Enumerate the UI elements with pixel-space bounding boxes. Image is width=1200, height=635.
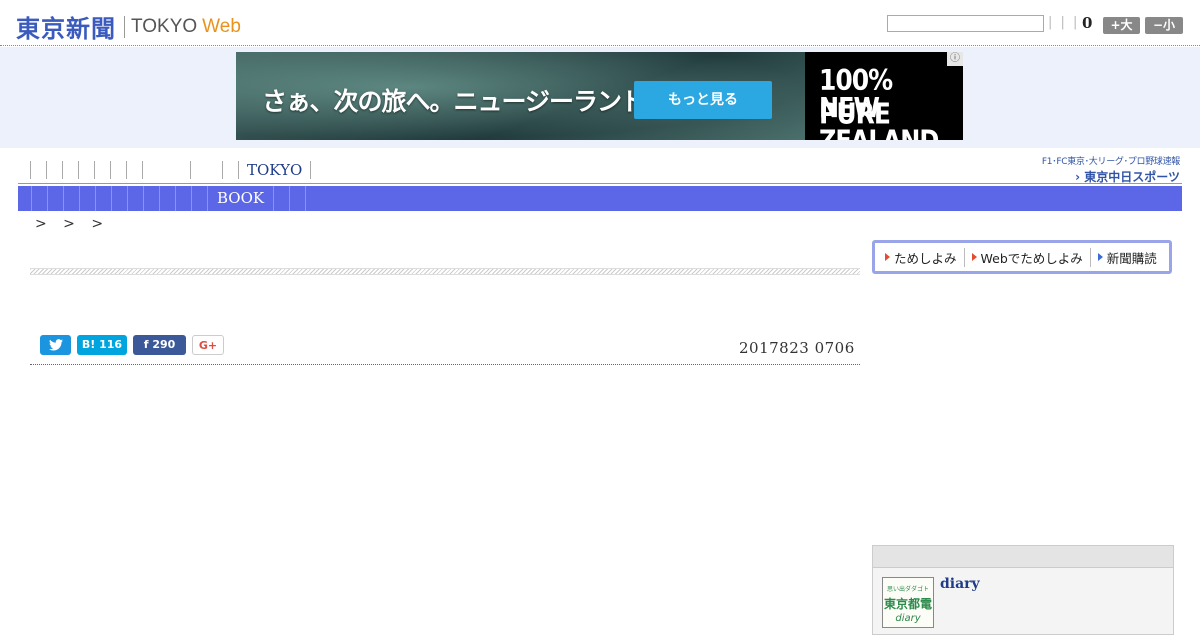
main-nav-item[interactable] — [274, 186, 291, 211]
logo-tokyo: TOKYO — [131, 15, 198, 37]
main-nav-item[interactable] — [112, 186, 128, 211]
site-logo[interactable]: 東京新聞 TOKYO Web — [16, 9, 241, 44]
diary-thumb-line2: 東京都電 — [883, 597, 932, 611]
top-nav-item[interactable] — [78, 161, 94, 179]
triangle-icon — [1097, 253, 1103, 261]
triangle-icon — [885, 253, 890, 261]
ad-cta-button[interactable]: もっと見る — [634, 81, 772, 119]
ad-brand-panel: 100% PURE NEW ZEALAND — [805, 52, 963, 140]
main-nav-item[interactable] — [160, 186, 176, 211]
article-date: 2017823 0706 — [739, 339, 855, 357]
site-header: 東京新聞 TOKYO Web | | | 0 +大 −小 — [0, 0, 1200, 46]
top-nav-item[interactable] — [30, 161, 46, 179]
main-nav-item[interactable] — [192, 186, 208, 211]
top-nav-item[interactable] — [126, 161, 142, 179]
top-nav-tokyo[interactable]: TOKYO — [238, 161, 312, 179]
font-size-larger-button[interactable]: +大 — [1103, 17, 1140, 34]
diary-thumb-line1: 思い出ダダゴト — [886, 586, 929, 593]
top-nav-item[interactable] — [110, 161, 126, 179]
main-nav-item[interactable] — [144, 186, 160, 211]
main-nav-item[interactable] — [64, 186, 80, 211]
top-nav-item[interactable] — [94, 161, 110, 179]
twitter-share-button[interactable] — [40, 335, 71, 355]
search-input[interactable] — [887, 15, 1044, 32]
trial-read-label: ためしよみ — [894, 250, 957, 266]
diary-title-link[interactable]: diary — [940, 576, 980, 592]
triangle-icon — [971, 253, 977, 261]
logo-divider — [124, 15, 125, 38]
top-nav-item[interactable] — [142, 161, 190, 179]
logo-web: Web — [202, 15, 241, 37]
header-count: 0 — [1082, 14, 1093, 32]
main-nav-book[interactable]: BOOK — [208, 186, 275, 211]
top-nav-item[interactable] — [222, 161, 238, 179]
top-nav: TOKYO — [30, 160, 312, 180]
ad-banner[interactable]: さぁ、次の旅へ。ニュージーランド もっと見る 100% PURE NEW ZEA… — [236, 52, 963, 140]
top-nav-item[interactable] — [62, 161, 78, 179]
subscription-bar: ためしよみ Webでためしよみ 新聞購読 — [872, 240, 1172, 274]
logo-japanese: 東京新聞 — [16, 15, 116, 43]
article-title-rule — [30, 268, 860, 275]
main-nav-item[interactable] — [96, 186, 112, 211]
main-nav-item[interactable] — [290, 186, 307, 211]
diary-thumb-line3: diary — [895, 613, 921, 624]
subscribe-link[interactable]: 新聞購読 — [1089, 247, 1157, 267]
promo-line1: F1･FC東京･大リーグ･プロ野球速報 — [1041, 157, 1180, 167]
web-trial-read-link[interactable]: Webでためしよみ — [963, 247, 1083, 267]
ad-info-icon[interactable]: ⓘ — [947, 52, 963, 66]
main-nav-item[interactable] — [32, 186, 48, 211]
ad-brand-line2: NEW ZEALAND — [819, 91, 939, 140]
top-nav-item[interactable] — [46, 161, 62, 179]
main-nav-item[interactable] — [176, 186, 192, 211]
main-nav-item[interactable] — [80, 186, 96, 211]
main-nav-item[interactable] — [128, 186, 144, 211]
chunichi-sports-promo[interactable]: F1･FC東京･大リーグ･プロ野球速報 › 東京中日スポーツ — [1026, 154, 1180, 185]
facebook-share-button[interactable]: f 290 — [133, 335, 186, 355]
nav-divider — [18, 183, 1182, 184]
web-trial-read-label: Webでためしよみ — [980, 250, 1083, 266]
main-nav: BOOK — [18, 186, 1182, 211]
main-nav-item[interactable] — [48, 186, 64, 211]
article-divider — [30, 364, 860, 365]
google-plus-button[interactable]: G+ — [192, 335, 224, 355]
diary-panel-header — [873, 546, 1173, 568]
hatena-bookmark-button[interactable]: B! 116 — [77, 335, 127, 355]
twitter-icon — [48, 339, 63, 351]
subscribe-label: 新聞購読 — [1106, 250, 1157, 266]
ad-copy: さぁ、次の旅へ。ニュージーランド — [262, 87, 646, 116]
main-nav-item[interactable] — [18, 186, 32, 211]
diary-panel: 思い出ダダゴト 東京都電 diary diary — [872, 545, 1174, 635]
breadcrumb: > > > — [35, 216, 110, 232]
header-separators: | | | — [1048, 15, 1080, 30]
top-nav-item[interactable] — [190, 161, 222, 179]
trial-read-link[interactable]: ためしよみ — [885, 248, 957, 267]
diary-thumbnail[interactable]: 思い出ダダゴト 東京都電 diary — [882, 577, 934, 628]
font-size-smaller-button[interactable]: −小 — [1145, 17, 1183, 34]
